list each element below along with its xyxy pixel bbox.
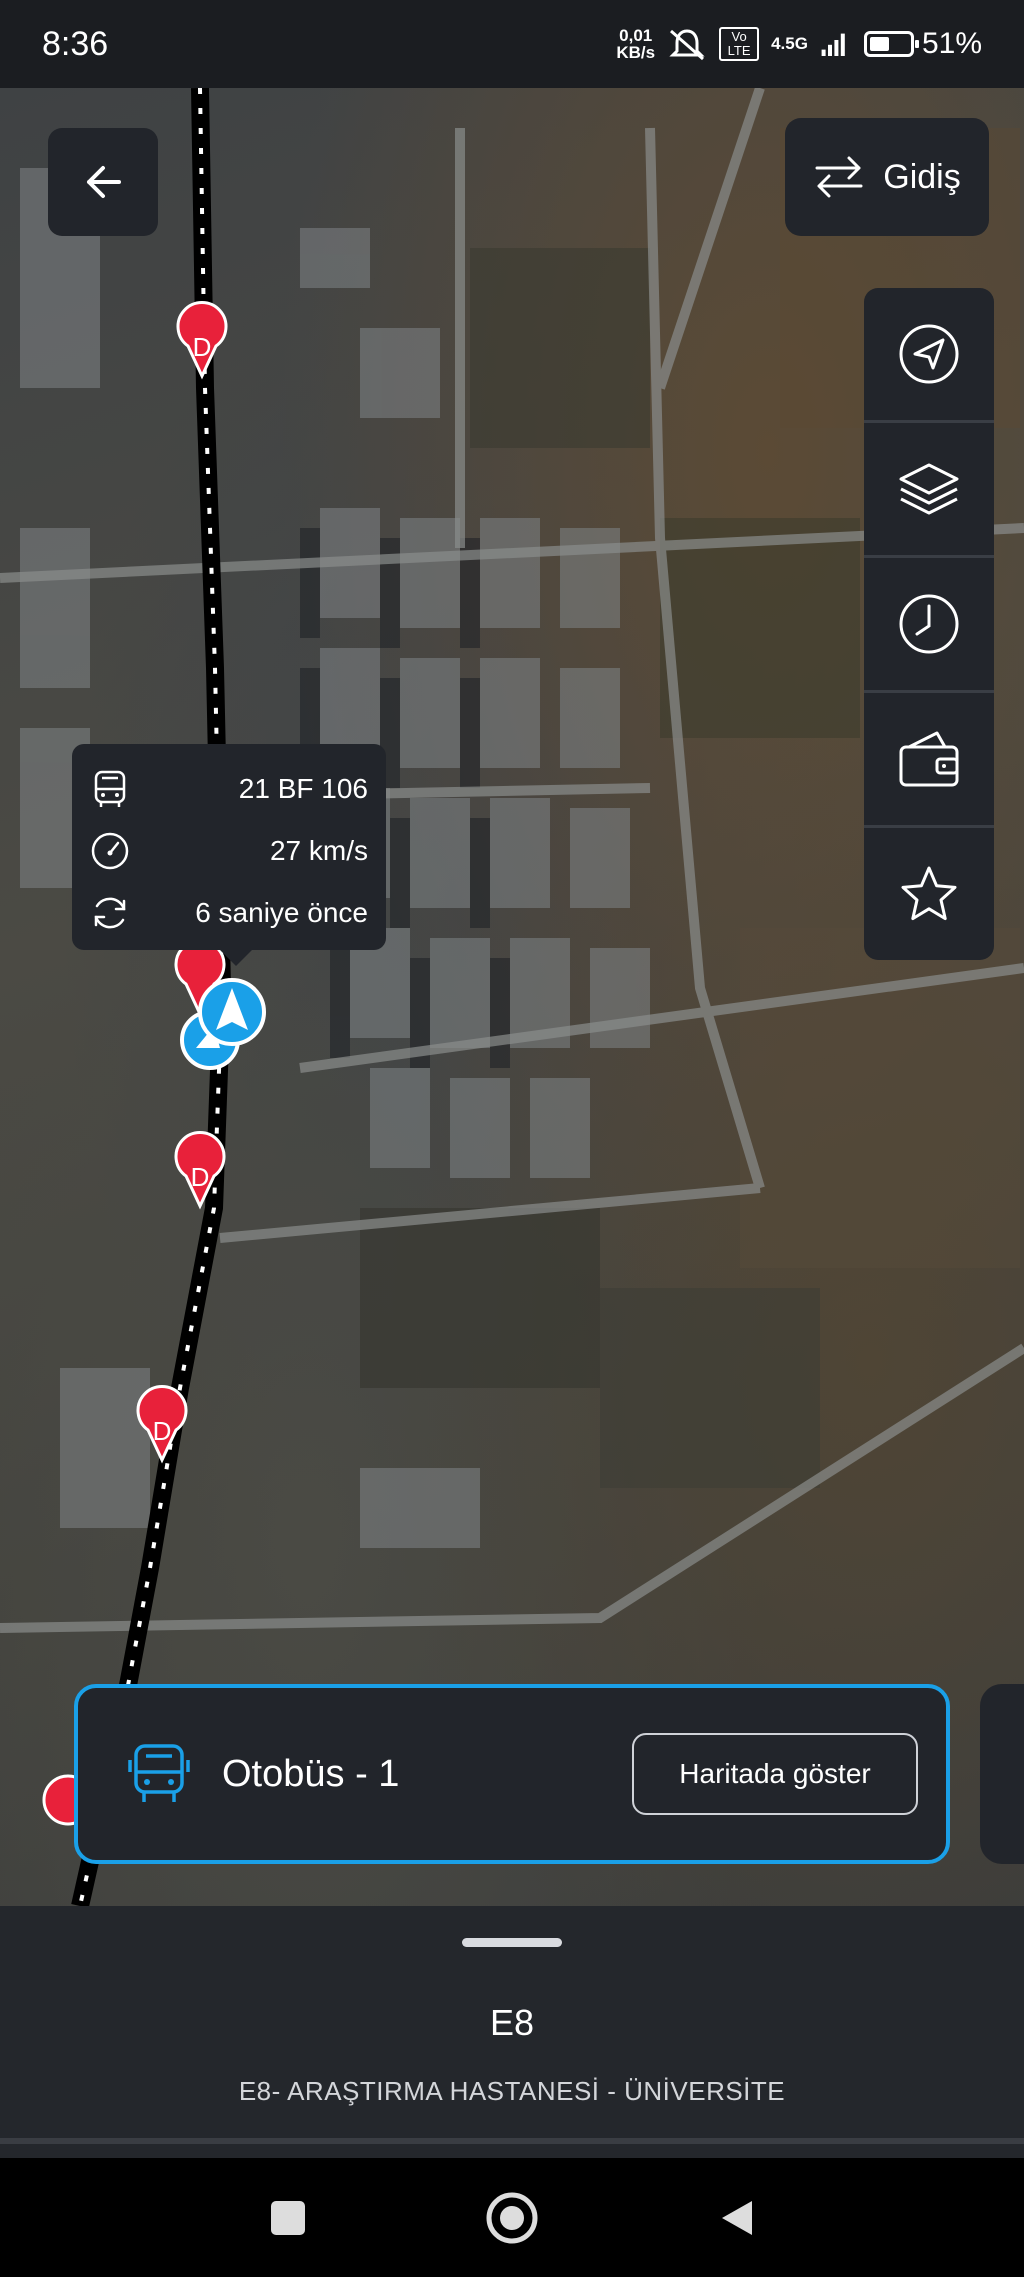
speedometer-icon bbox=[91, 832, 129, 870]
vehicle-speed-row: 27 km/s bbox=[90, 820, 368, 882]
bus-icon bbox=[94, 770, 126, 807]
battery-percent: 51% bbox=[921, 27, 982, 60]
arrow-left-icon bbox=[87, 166, 121, 198]
layers-icon bbox=[899, 463, 959, 515]
fare-button[interactable] bbox=[864, 693, 994, 828]
network-speed-value: 0,01 bbox=[619, 26, 653, 45]
back-nav-button[interactable] bbox=[716, 2198, 756, 2238]
divider bbox=[0, 2138, 1024, 2144]
back-button[interactable] bbox=[48, 128, 158, 236]
route-code: E8 bbox=[489, 2002, 535, 2043]
bus-location-marker[interactable] bbox=[198, 978, 266, 1046]
battery: 51% bbox=[863, 27, 982, 61]
field-patch bbox=[360, 1208, 600, 1388]
field-patch bbox=[660, 518, 860, 738]
field-patch bbox=[470, 248, 650, 448]
svg-text:D: D bbox=[191, 1162, 210, 1192]
bus-card[interactable]: Otobüs - 1 Haritada göster bbox=[74, 1684, 950, 1864]
vehicle-updated-time: 6 saniye önce bbox=[195, 897, 368, 928]
refresh-icon bbox=[94, 897, 126, 929]
battery-icon bbox=[863, 31, 919, 57]
network-type: 4.5G bbox=[771, 34, 808, 53]
status-icons: 0,01 KB/s Vo LTE 4.5G 51% bbox=[616, 27, 982, 61]
navigation-arrow-icon bbox=[899, 324, 959, 384]
favorite-button[interactable] bbox=[864, 828, 994, 960]
battery-fill bbox=[869, 37, 890, 51]
show-on-map-button[interactable]: Haritada göster bbox=[632, 1733, 918, 1815]
map-layers-button[interactable] bbox=[864, 423, 994, 558]
map-toolbar bbox=[864, 288, 994, 960]
bus-title: Otobüs - 1 bbox=[222, 1752, 400, 1795]
clock-icon bbox=[899, 594, 959, 654]
drag-handle[interactable] bbox=[462, 1938, 562, 1947]
schedule-button[interactable] bbox=[864, 558, 994, 693]
vehicle-plate: 21 BF 106 bbox=[238, 773, 368, 804]
vehicle-updated-row: 6 saniye önce bbox=[90, 882, 368, 944]
star-icon bbox=[901, 866, 957, 921]
bus-icon bbox=[128, 1744, 190, 1802]
network-speed: 0,01 KB/s bbox=[616, 27, 655, 61]
signal-icon bbox=[821, 33, 845, 56]
swap-arrows-icon bbox=[815, 156, 863, 198]
stop-marker[interactable]: D bbox=[176, 301, 228, 380]
field-patch bbox=[600, 1288, 820, 1488]
route-bottom-sheet[interactable]: E8 E8- ARAŞTIRMA HASTANESİ - ÜNİVERSİTE bbox=[0, 1906, 1024, 2158]
my-location-button[interactable] bbox=[864, 288, 994, 423]
svg-text:D: D bbox=[153, 1416, 172, 1446]
vehicle-info-popup: 21 BF 106 27 km/s 6 saniye önce bbox=[72, 744, 386, 966]
vehicle-plate-row: 21 BF 106 bbox=[90, 758, 368, 820]
svg-text:D: D bbox=[193, 332, 212, 362]
wallet-icon bbox=[899, 731, 959, 787]
direction-label: Gidiş bbox=[883, 157, 961, 196]
volte-icon: Vo LTE bbox=[719, 27, 760, 61]
network-speed-unit: KB/s bbox=[616, 43, 656, 62]
status-time: 8:36 bbox=[42, 24, 109, 63]
direction-toggle-button[interactable]: Gidiş bbox=[785, 118, 989, 236]
route-name: E8- ARAŞTIRMA HASTANESİ - ÜNİVERSİTE bbox=[238, 2076, 786, 2106]
status-bar: 8:36 0,01 KB/s Vo LTE 4.5G 51% bbox=[0, 0, 1024, 88]
next-bus-card[interactable] bbox=[980, 1684, 1024, 1864]
system-nav-bar bbox=[0, 2158, 1024, 2277]
recent-apps-button[interactable] bbox=[268, 2198, 308, 2238]
mute-bell-icon bbox=[669, 29, 705, 61]
vehicle-speed: 27 km/s bbox=[269, 835, 368, 866]
home-button[interactable] bbox=[485, 2191, 539, 2245]
